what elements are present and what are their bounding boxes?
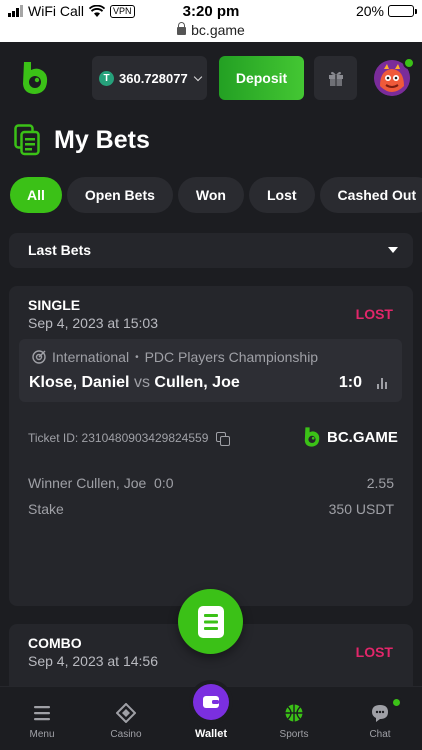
- tab-lost[interactable]: Lost: [248, 177, 315, 213]
- bc-logo-icon[interactable]: [20, 60, 50, 96]
- balance-amount: 360.728077: [119, 70, 188, 86]
- brand-logo: BC.GAME: [303, 426, 398, 448]
- nav-casino[interactable]: Casino: [84, 687, 168, 750]
- online-indicator: [403, 57, 415, 69]
- nav-chat-label: Chat: [369, 729, 391, 740]
- bet-type: SINGLE: [28, 297, 81, 313]
- bets-period-dropdown[interactable]: Last Bets: [9, 233, 413, 268]
- chevron-down-icon: [193, 72, 202, 81]
- wallet-icon: [203, 696, 219, 708]
- league-line: International • PDC Players Championship: [32, 349, 318, 365]
- nav-casino-label: Casino: [110, 729, 142, 740]
- bet-date: Sep 4, 2023 at 15:03: [28, 315, 158, 331]
- stats-icon[interactable]: [377, 378, 387, 389]
- page-header: My Bets: [14, 124, 150, 156]
- status-right: 20%: [355, 3, 417, 19]
- nav-sports[interactable]: Sports: [252, 687, 336, 750]
- stake-row: Stake 350 USDT: [28, 501, 394, 517]
- battery-percent: 20%: [355, 3, 384, 19]
- vs-label: vs: [133, 374, 150, 391]
- bet-slip-button[interactable]: [178, 589, 243, 654]
- casino-icon: [116, 703, 136, 723]
- tab-won[interactable]: Won: [177, 177, 244, 213]
- tab-cashed-out[interactable]: Cashed Out: [319, 177, 422, 213]
- deposit-button[interactable]: Deposit: [219, 56, 304, 100]
- basketball-icon: [285, 704, 303, 722]
- ticket-id-line: Ticket ID: 2310480903429824559: [28, 431, 231, 446]
- bet-type: COMBO: [28, 635, 82, 651]
- darts-icon: [32, 350, 46, 364]
- chat-notification-dot: [391, 697, 402, 708]
- battery-icon: [388, 5, 417, 17]
- tab-open-bets[interactable]: Open Bets: [66, 177, 173, 213]
- match-teams: Klose, Daniel vs Cullen, Joe: [29, 374, 240, 392]
- lock-icon: [177, 22, 187, 35]
- league-name: International: [52, 349, 130, 365]
- balance-selector[interactable]: T 360.728077: [92, 56, 207, 100]
- bet-status-badge: LOST: [355, 306, 393, 322]
- selection-row: Winner Cullen, Joe 0:0 2.55: [28, 475, 394, 491]
- stake-value: 350 USDT: [328, 501, 394, 517]
- address-bar[interactable]: bc.game: [0, 22, 422, 42]
- status-bar: WiFi Call VPN 3:20 pm 20%: [0, 0, 422, 22]
- nav-sports-label: Sports: [279, 729, 309, 740]
- nav-wallet-label[interactable]: Wallet: [169, 728, 253, 740]
- nav-menu-label: Menu: [29, 729, 55, 740]
- menu-icon: [34, 706, 50, 721]
- nav-menu[interactable]: Menu: [0, 687, 84, 750]
- chat-icon: [372, 705, 388, 722]
- nav-chat[interactable]: Chat: [338, 687, 422, 750]
- nav-wallet[interactable]: [193, 684, 229, 720]
- bet-status-badge: LOST: [355, 644, 393, 660]
- gift-button[interactable]: [314, 56, 357, 100]
- selection-label: Winner Cullen, Joe 0:0: [28, 475, 174, 491]
- bet-filter-tabs: All Open Bets Won Lost Cashed Out: [10, 177, 422, 213]
- separator-dot: •: [135, 351, 139, 363]
- bets-icon: [14, 124, 40, 156]
- match-box[interactable]: International • PDC Players Championship…: [19, 339, 402, 402]
- bet-date: Sep 4, 2023 at 14:56: [28, 653, 158, 669]
- dropdown-selected: Last Bets: [28, 242, 92, 258]
- tab-all[interactable]: All: [10, 177, 62, 213]
- bc-logo-icon: [304, 427, 320, 447]
- brand-name: BC.GAME: [327, 428, 398, 446]
- bet-slip-icon: [197, 605, 224, 638]
- away-team: Cullen, Joe: [154, 374, 240, 391]
- match-score: 1:0: [338, 374, 362, 391]
- home-team: Klose, Daniel: [29, 374, 130, 391]
- caret-down-icon: [388, 247, 398, 253]
- url-text: bc.game: [191, 22, 245, 38]
- tournament-name: PDC Players Championship: [144, 349, 319, 365]
- bet-card[interactable]: SINGLE Sep 4, 2023 at 15:03 LOST Interna…: [9, 286, 413, 606]
- gift-icon: [328, 71, 343, 86]
- stake-label: Stake: [28, 501, 64, 517]
- page-title: My Bets: [54, 125, 150, 154]
- tether-icon: T: [99, 70, 114, 86]
- odds-value: 2.55: [366, 475, 394, 491]
- app-header: T 360.728077 Deposit: [0, 42, 422, 116]
- copy-icon[interactable]: [216, 432, 231, 446]
- ticket-id: Ticket ID: 2310480903429824559: [28, 431, 209, 445]
